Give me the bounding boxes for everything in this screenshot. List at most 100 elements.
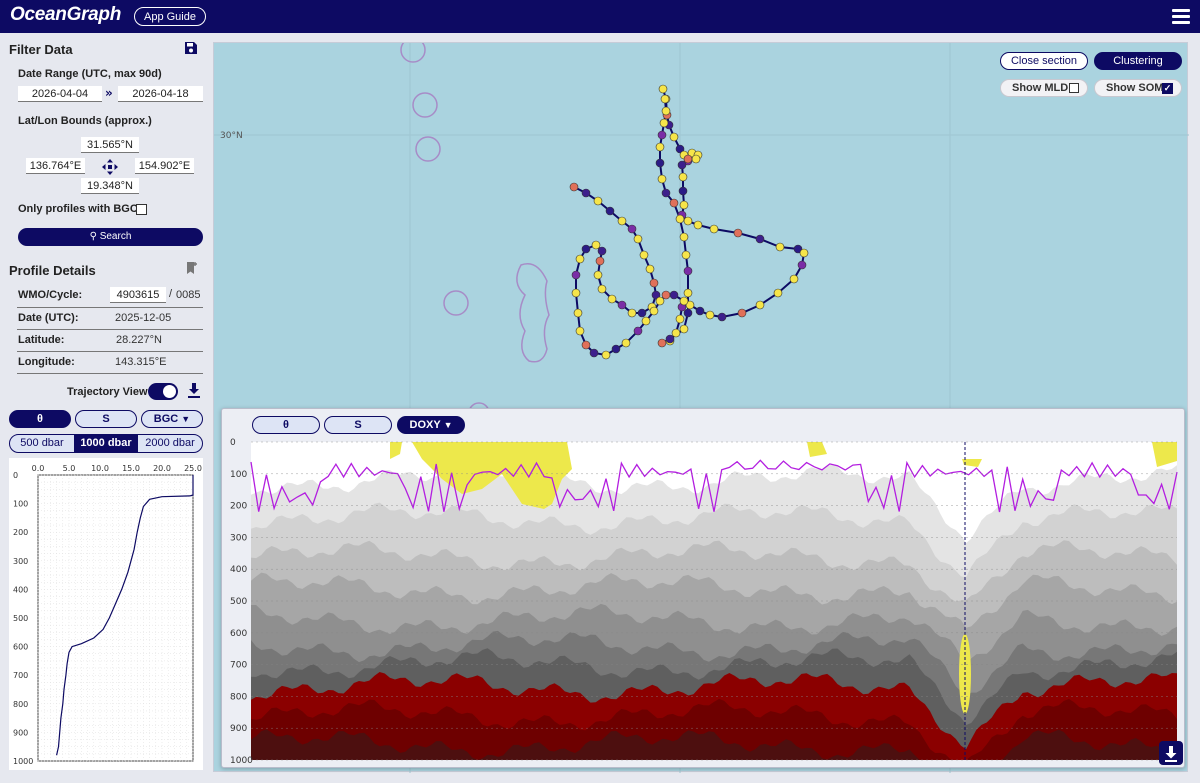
search-button[interactable]: ⚲ Search [18,228,203,246]
profile-marker [671,328,681,338]
profile-marker [660,94,670,104]
show-mld-toggle[interactable]: Show MLD [1000,79,1088,97]
profile-marker [621,338,631,348]
south-bound-field[interactable]: 19.348°N [81,178,139,194]
date-value: 2025-12-05 [115,312,172,324]
profile-marker [669,198,679,208]
depth-500-tab[interactable]: 500 dbar [10,435,74,452]
profile-marker [678,172,688,182]
profile-marker [733,228,743,238]
divider [17,329,203,330]
show-som-toggle[interactable]: Show SOM ✓ [1094,79,1182,97]
latitude-label: Latitude: [18,334,65,346]
section-y-tick-label: 400 [230,565,247,575]
tab-salinity[interactable]: S [75,410,137,428]
profile-marker [657,174,667,184]
date-end-field[interactable]: 2026-04-18 [118,86,203,102]
profile-marker [571,288,581,298]
profile-marker [679,324,689,334]
search-button-label: Search [99,231,132,242]
profile-marker [633,234,643,244]
profile-marker [683,266,693,276]
longitude-label: Longitude: [18,356,75,368]
profile-marker [627,224,637,234]
section-download-button[interactable] [1159,741,1183,765]
bgc-only-label: Only profiles with BGC : [18,203,145,215]
profile-marker [679,232,689,242]
depth-1000-tab[interactable]: 1000 dbar [74,435,138,452]
section-y-tick-label: 800 [230,692,247,702]
date-start-field[interactable]: 2026-04-04 [18,86,102,102]
y-tick-label: 1000 [13,757,33,766]
profile-marker [595,256,605,266]
north-bound-field[interactable]: 31.565°N [81,137,139,153]
clustering-button[interactable]: Clustering [1094,52,1182,70]
profile-marker [669,132,679,142]
latitude-value: 28.227°N [116,334,162,346]
download-icon[interactable] [187,383,201,399]
profile-marker [649,306,659,316]
trajectory-layer[interactable] [569,84,809,360]
profile-marker [569,182,579,192]
search-icon: ⚲ [89,231,97,242]
profile-marker [799,248,809,258]
wmo-field[interactable]: 4903615 [110,287,166,303]
east-bound-field[interactable]: 154.902°E [135,158,194,174]
close-section-button[interactable]: Close section [1000,52,1088,70]
y-tick-label: 500 [13,614,28,623]
section-y-tick-label: 500 [230,597,247,607]
profile-marker [607,294,617,304]
bounds-label: Lat/Lon Bounds (approx.) [18,115,152,127]
profile-marker [683,216,693,226]
profile-marker [593,196,603,206]
profile-marker [597,284,607,294]
profile-marker [709,224,719,234]
section-y-tick-label: 200 [230,502,247,512]
section-y-tick-label: 1000 [230,756,253,766]
profile-marker [691,154,701,164]
divider [17,351,203,352]
profile-marker [645,264,655,274]
profile-marker [593,270,603,280]
hamburger-menu-icon[interactable] [1172,9,1190,24]
y-tick-label: 300 [13,557,28,566]
profile-marker [657,338,667,348]
profile-marker [617,300,627,310]
cycle-value: 0085 [176,289,201,301]
profile-marker [737,308,747,318]
profile-details-title: Profile Details [9,263,96,278]
profile-marker [655,158,665,168]
profile-marker [775,242,785,252]
profile-marker [661,106,671,116]
profile-marker [755,234,765,244]
tab-theta[interactable]: θ [9,410,71,428]
date-range-arrow-icon: » [105,86,113,100]
y-tick-label: 800 [13,700,28,709]
bookmark-add-icon[interactable] [185,261,199,275]
west-bound-field[interactable]: 136.764°E [26,158,85,174]
app-title: OceanGraph [10,4,122,25]
section-y-tick-label: 600 [230,629,247,639]
profile-marker [581,244,591,254]
trajectory-path [573,186,685,357]
show-mld-label: Show MLD [1012,82,1069,94]
x-tick-label: 5.0 [63,464,76,473]
profile-marker [589,348,599,358]
bgc-only-checkbox[interactable] [136,204,147,215]
profile-marker [655,142,665,152]
profile-marker [695,306,705,316]
depth-2000-tab[interactable]: 2000 dbar [138,435,202,452]
profile-marker [661,188,671,198]
top-bar: OceanGraph App Guide [0,0,1200,33]
tab-bgc-dropdown[interactable]: BGC ▼ [141,410,203,428]
show-som-checkbox[interactable]: ✓ [1162,83,1173,94]
profile-marker [633,326,643,336]
save-icon[interactable] [184,41,198,55]
show-mld-checkbox[interactable] [1069,83,1079,93]
lat-30-label: 30°N [220,131,243,141]
y-tick-label: 400 [13,585,28,594]
app-guide-button[interactable]: App Guide [134,7,206,26]
move-arrows-icon[interactable] [102,159,118,175]
trajectory-toggle[interactable] [148,383,178,400]
wmo-label: WMO/Cycle: [18,289,83,301]
